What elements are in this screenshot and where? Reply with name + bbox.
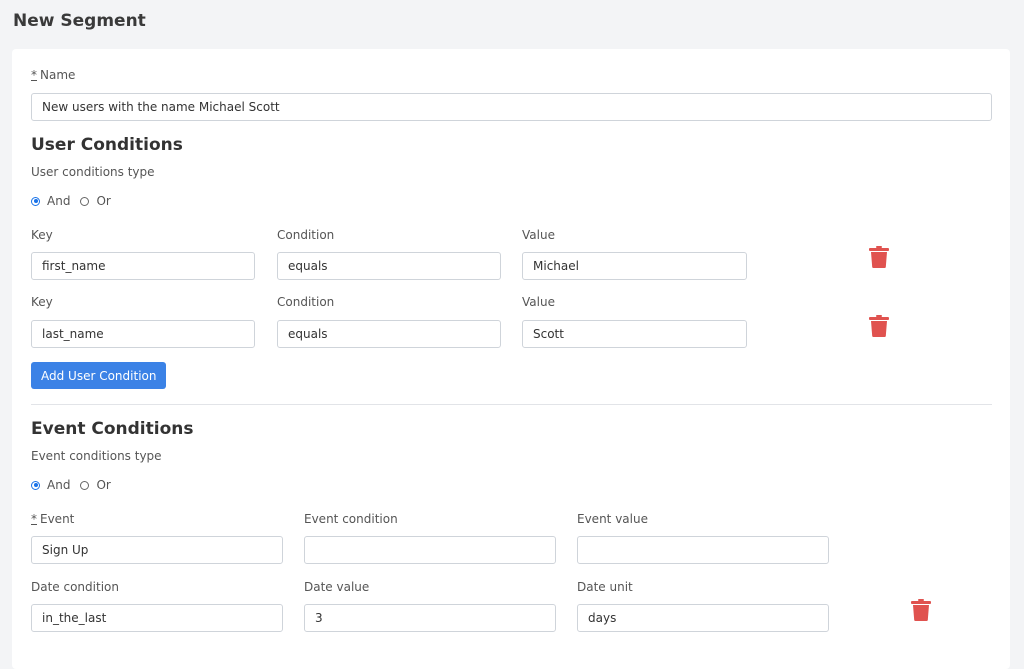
user-row-1-key-label: Key [31, 228, 53, 242]
event-label-text: Event [40, 512, 75, 526]
date-unit-input[interactable] [577, 604, 829, 632]
radio-checked-icon [31, 196, 40, 206]
date-value-input[interactable] [304, 604, 556, 632]
event-conditions-type-radios: And Or [31, 478, 121, 492]
page-title: New Segment [13, 11, 146, 31]
trash-icon[interactable] [911, 599, 931, 621]
segment-form-card: *Name User Conditions User conditions ty… [12, 49, 1010, 669]
user-row-2-condition-label: Condition [277, 295, 335, 309]
event-radio-and-label: And [47, 478, 71, 492]
user-conditions-type-label: User conditions type [31, 165, 155, 179]
required-mark: * [31, 512, 37, 526]
event-conditions-type-label: Event conditions type [31, 449, 162, 463]
event-radio-and[interactable]: And [31, 478, 70, 492]
user-radio-and[interactable]: And [31, 194, 70, 208]
user-row-2-value-label: Value [522, 295, 555, 309]
user-row-2-key-label: Key [31, 295, 53, 309]
date-unit-label: Date unit [577, 580, 633, 594]
event-value-label: Event value [577, 512, 648, 526]
radio-unchecked-icon [80, 196, 90, 206]
date-condition-label: Date condition [31, 580, 119, 594]
event-condition-input[interactable] [304, 536, 556, 564]
trash-icon[interactable] [869, 315, 889, 337]
event-radio-or[interactable]: Or [80, 478, 111, 492]
radio-checked-icon [31, 480, 40, 490]
required-mark: * [31, 68, 37, 82]
user-conditions-type-radios: And Or [31, 194, 121, 208]
user-row-2-value-input[interactable] [522, 320, 747, 348]
event-label: * Event [31, 512, 74, 526]
user-radio-or-label: Or [96, 194, 111, 208]
date-condition-input[interactable] [31, 604, 283, 632]
user-row-2-key-input[interactable] [31, 320, 255, 348]
section-divider [31, 404, 992, 405]
user-radio-and-label: And [47, 194, 71, 208]
user-row-1-condition-label: Condition [277, 228, 335, 242]
user-row-1-value-label: Value [522, 228, 555, 242]
event-input[interactable] [31, 536, 283, 564]
user-row-1-key-input[interactable] [31, 252, 255, 280]
event-conditions-title: Event Conditions [31, 419, 194, 439]
user-radio-or[interactable]: Or [80, 194, 111, 208]
user-row-2-condition-input[interactable] [277, 320, 501, 348]
user-row-1-condition-input[interactable] [277, 252, 501, 280]
add-user-condition-button[interactable]: Add User Condition [31, 362, 167, 389]
event-value-input[interactable] [577, 536, 829, 564]
name-input[interactable] [31, 93, 992, 121]
name-label: * Name [31, 68, 75, 82]
trash-icon[interactable] [869, 246, 889, 268]
name-label-text: Name [40, 68, 76, 82]
radio-unchecked-icon [80, 480, 90, 490]
user-row-1-value-input[interactable] [522, 252, 747, 280]
user-conditions-title: User Conditions [31, 135, 183, 155]
date-value-label: Date value [304, 580, 370, 594]
event-radio-or-label: Or [96, 478, 111, 492]
event-condition-label: Event condition [304, 512, 398, 526]
